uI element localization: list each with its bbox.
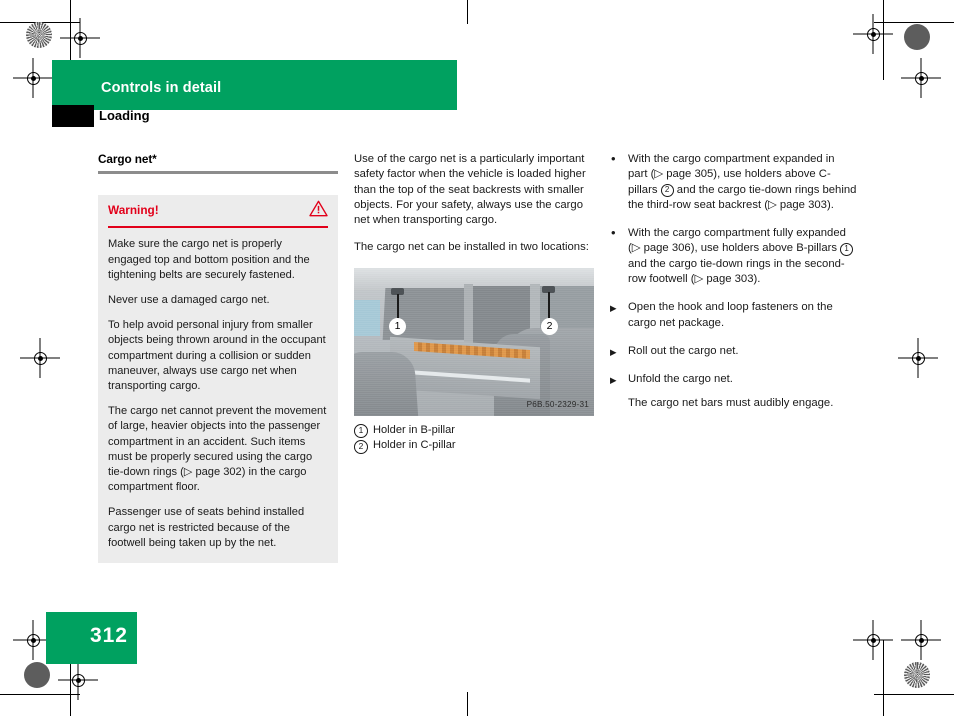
callout-leader-2 — [548, 291, 550, 320]
column-right: With the cargo compartment expanded in p… — [609, 151, 857, 424]
figure-legend: 1 Holder in B-pillar 2 Holder in C-pilla… — [354, 423, 594, 454]
warning-triangle-icon — [309, 200, 328, 217]
trim-line-bottom-mid — [467, 692, 468, 716]
dot-target-top-right — [904, 24, 930, 50]
warning-body: Make sure the cargo net is properly enga… — [98, 228, 338, 563]
inline-callout-icon: 1 — [840, 242, 854, 256]
registration-mark-right-middle — [898, 338, 938, 378]
document-page: Controls in detail Loading Cargo net* Wa… — [0, 0, 954, 716]
step-item: Roll out the cargo net. — [609, 344, 857, 361]
step-list: Open the hook and loop fasteners on the … — [609, 300, 857, 410]
trim-line-top-right — [874, 22, 954, 23]
registration-mark-top-right-inner — [853, 14, 893, 54]
vehicle-interior-photo: 1 2 P6B.50-2329-31 — [354, 267, 594, 416]
chapter-title: Controls in detail — [101, 80, 222, 96]
callout-leader-1 — [397, 293, 399, 320]
star-target-top-left — [26, 22, 52, 48]
registration-mark-bottom-right-inner — [853, 620, 893, 660]
legend-item: 1 Holder in B-pillar — [354, 423, 594, 439]
bullet-text-part1: With the cargo compartment fully expande… — [628, 227, 846, 255]
bullet-item: With the cargo compartment expanded in p… — [609, 151, 857, 213]
dot-target-bottom-left — [24, 662, 50, 688]
section-title: Loading — [99, 108, 150, 123]
page-number: 312 — [89, 624, 128, 647]
callout-2: 2 — [541, 317, 558, 335]
step-item: Unfold the cargo net. — [609, 372, 857, 389]
trim-line-right-bottom — [883, 640, 884, 716]
step-note: The cargo net bars must audibly engage. — [628, 396, 834, 409]
body-paragraph: The cargo net can be installed in two lo… — [354, 241, 589, 254]
subsection-heading: Cargo net* — [98, 152, 157, 166]
legend-label: Holder in C-pillar — [373, 439, 456, 452]
step-item: Open the hook and loop fasteners on the … — [609, 300, 857, 331]
registration-mark-top-left-inner — [60, 18, 100, 58]
warning-header: Warning! — [98, 195, 338, 226]
trim-line-bottom-right — [874, 694, 954, 695]
warning-label: Warning! — [108, 203, 159, 218]
figure-image-code: P6B.50-2329-31 — [526, 400, 589, 410]
column-left: Cargo net* Warning! Make sure the cargo … — [98, 152, 338, 563]
legend-label: Holder in B-pillar — [373, 423, 456, 436]
bullet-item: With the cargo compartment fully expande… — [609, 225, 857, 287]
column-middle: Use of the cargo net is a particularly i… — [354, 152, 594, 454]
warning-paragraph: Passenger use of seats behind installed … — [108, 506, 305, 549]
section-thumb-tab — [52, 105, 94, 127]
registration-mark-left-middle — [20, 338, 60, 378]
registration-mark-bottom-right-outer — [901, 620, 941, 660]
trim-line-top-mid — [467, 0, 468, 24]
warning-paragraph: Make sure the cargo net is properly enga… — [108, 238, 310, 281]
bullet-text-part2: and the cargo tie-down rings in the seco… — [628, 257, 845, 286]
heading-rule — [98, 171, 338, 175]
warning-box: Warning! Make sure the cargo net is prop… — [98, 195, 338, 563]
callout-1: 1 — [389, 317, 406, 335]
figure-cargo-net-holders: 1 2 P6B.50-2329-31 1 Holder in B-pillar … — [354, 267, 594, 454]
legend-item: 2 Holder in C-pillar — [354, 438, 594, 454]
trim-line-bottom-left — [0, 694, 80, 695]
inline-callout-icon: 2 — [660, 184, 674, 198]
star-target-bottom-right — [904, 662, 930, 688]
warning-paragraph: Never use a damaged cargo net. — [108, 293, 270, 306]
chapter-header-bar: Controls in detail — [52, 60, 457, 110]
registration-mark-top-left-outer — [13, 58, 53, 98]
page-number-box: 312 — [46, 612, 137, 664]
legend-number-icon: 1 — [354, 424, 368, 439]
body-paragraph: Use of the cargo net is a particularly i… — [354, 153, 586, 227]
registration-mark-top-right-outer — [901, 58, 941, 98]
bullet-list: With the cargo compartment expanded in p… — [609, 151, 857, 287]
warning-paragraph: The cargo net cannot prevent the movemen… — [108, 405, 327, 494]
trim-line-right-top — [883, 0, 884, 80]
legend-number-icon: 2 — [354, 439, 368, 454]
warning-paragraph: To help avoid personal injury from small… — [108, 319, 326, 392]
